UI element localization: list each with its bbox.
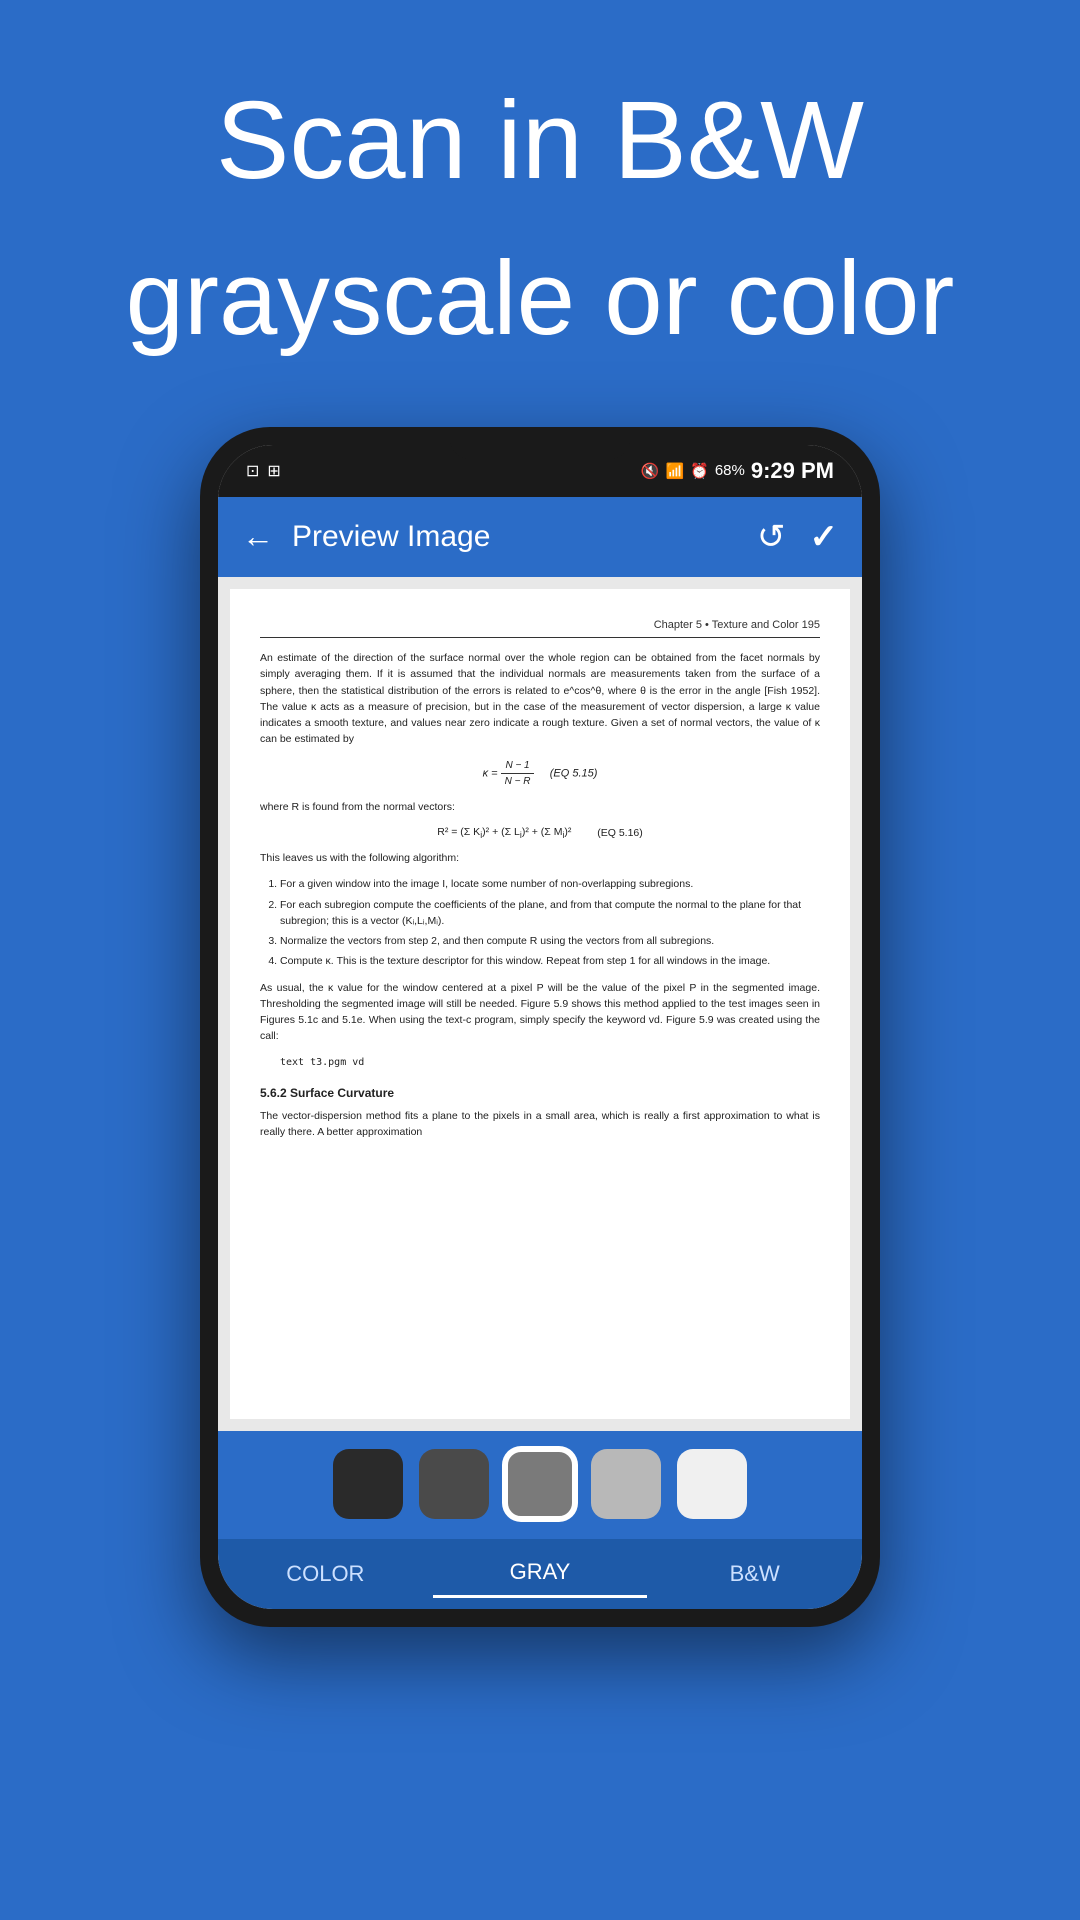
doc-where-text: where R is found from the normal vectors…	[260, 799, 820, 815]
battery-indicator: 68%	[715, 462, 745, 479]
tab-bw[interactable]: B&W	[647, 1551, 862, 1597]
phone-notch	[450, 427, 630, 459]
phone-mockup: ⊡ ⊞ 🔇 📶 ⏰ 68% 9:29 PM ← Preview Image	[0, 427, 1080, 1627]
status-time: 9:29 PM	[751, 458, 834, 484]
doc-section-title: 5.6.2 Surface Curvature	[260, 1084, 820, 1102]
wifi-icon: 📶	[665, 462, 684, 480]
doc-step-2: For each subregion compute the coefficie…	[280, 897, 820, 930]
headline: Scan in B&W	[60, 80, 1020, 201]
swatch-dark[interactable]	[419, 1449, 489, 1519]
doc-section-text: The vector-dispersion method fits a plan…	[260, 1108, 820, 1141]
confirm-button[interactable]: ✓	[810, 517, 839, 557]
doc-algorithm-intro: This leaves us with the following algori…	[260, 850, 820, 866]
swatch-lightest[interactable]	[677, 1449, 747, 1519]
doc-step-4: Compute κ. This is the texture descripto…	[280, 953, 820, 969]
swatch-medium[interactable]	[505, 1449, 575, 1519]
doc-code-snippet: text t3.pgm vd	[280, 1055, 820, 1070]
refresh-button[interactable]: ↺	[757, 517, 786, 557]
color-selector	[218, 1431, 862, 1539]
doc-paragraph-1: An estimate of the direction of the surf…	[260, 650, 820, 748]
toolbar-actions: ↺ ✓	[757, 517, 838, 557]
phone-frame: ⊡ ⊞ 🔇 📶 ⏰ 68% 9:29 PM ← Preview Image	[200, 427, 880, 1627]
status-right-area: 🔇 📶 ⏰ 68% 9:29 PM	[641, 458, 834, 484]
mute-icon: 🔇	[641, 462, 660, 480]
doc-step-3: Normalize the vectors from step 2, and t…	[280, 933, 820, 949]
swatch-darkest[interactable]	[333, 1449, 403, 1519]
status-left-icons: ⊡ ⊞	[246, 461, 281, 481]
tab-gray[interactable]: GRAY	[433, 1549, 648, 1598]
document-area: Chapter 5 • Texture and Color 195 An est…	[218, 577, 862, 1431]
app-toolbar: ← Preview Image ↺ ✓	[218, 497, 862, 577]
screen-record-icon: ⊞	[267, 461, 280, 481]
phone-screen: ⊡ ⊞ 🔇 📶 ⏰ 68% 9:29 PM ← Preview Image	[218, 445, 862, 1609]
tab-color[interactable]: COLOR	[218, 1551, 433, 1597]
tab-bar: COLOR GRAY B&W	[218, 1539, 862, 1609]
doc-paragraph-2: As usual, the κ value for the window cen…	[260, 980, 820, 1045]
swatch-light[interactable]	[591, 1449, 661, 1519]
alarm-icon: ⏰	[690, 462, 709, 480]
toolbar-title: Preview Image	[292, 520, 757, 554]
notification-icon: ⊡	[246, 461, 259, 481]
header-section: Scan in B&W grayscale or color	[0, 0, 1080, 397]
back-button[interactable]: ←	[242, 518, 274, 555]
doc-equation-2: R² = (Σ Ki)² + (Σ Li)² + (Σ Mi)² (EQ 5.1…	[260, 825, 820, 842]
color-swatches-row	[238, 1449, 842, 1519]
doc-page-header: Chapter 5 • Texture and Color 195	[260, 617, 820, 639]
doc-equation-1: κ = N − 1 N − R (EQ 5.15)	[260, 758, 820, 789]
doc-steps-list: For a given window into the image I, loc…	[280, 876, 820, 969]
doc-step-1: For a given window into the image I, loc…	[280, 876, 820, 892]
document-page: Chapter 5 • Texture and Color 195 An est…	[230, 589, 850, 1419]
subheadline: grayscale or color	[60, 241, 1020, 357]
